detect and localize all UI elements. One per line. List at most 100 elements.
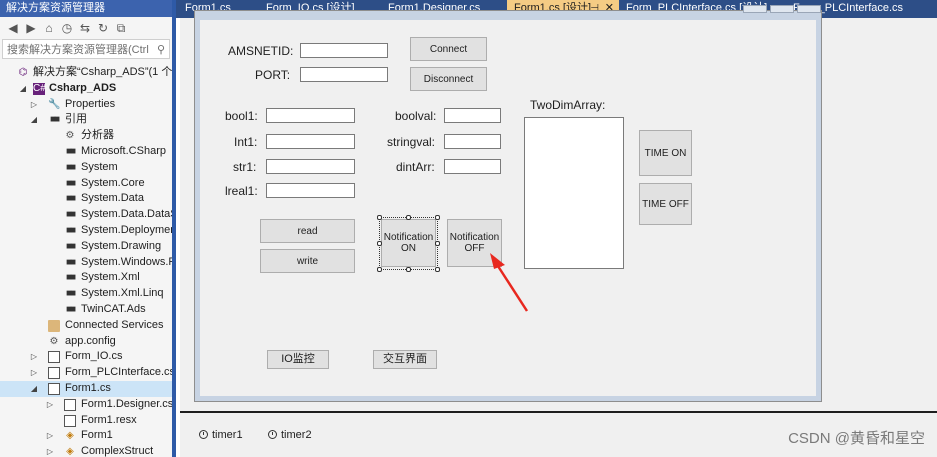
solution-icon: ⌬ — [18, 67, 28, 78]
back-icon[interactable]: ◀ — [6, 21, 20, 35]
tree-item-label: TwinCAT.Ads — [81, 302, 146, 315]
tree-item-label: System.Drawing — [81, 239, 162, 252]
tree-item-label: Form_PLCInterface.cs — [65, 366, 176, 379]
tree-item-label: Form1.resx — [81, 413, 137, 426]
tree-item-form1-class[interactable]: ▷ ◈ Form1 — [0, 428, 172, 444]
refresh-icon[interactable]: ↻ — [96, 21, 110, 35]
expanded-arrow-icon[interactable]: ◢ — [18, 81, 28, 97]
form-icon — [48, 382, 60, 395]
disconnect-button[interactable]: Disconnect — [410, 67, 487, 91]
tree-item-references[interactable]: ◢ ■■ 引用 — [0, 112, 172, 128]
selection-frame — [379, 217, 438, 270]
timer1-component[interactable]: timer1 — [199, 429, 243, 441]
tree-item-reference[interactable]: ■■ System.Data.DataSet — [0, 207, 172, 223]
reference-icon: ■■ — [65, 303, 76, 315]
tree-item-label: System.Windows.For — [81, 255, 176, 268]
collapse-all-icon[interactable]: ⧉ — [114, 21, 128, 36]
solution-search-input[interactable]: 搜索解决方案资源管理器(Ctrl ⚲ — [2, 39, 170, 59]
time-off-button[interactable]: TIME OFF — [639, 183, 692, 225]
solution-explorer-panel: 解决方案资源管理器 ◀ ▶ ⌂ ◷ ⇆ ↻ ⧉ 搜索解决方案资源管理器(Ctrl… — [0, 0, 176, 457]
port-input[interactable] — [300, 67, 388, 82]
resize-handle[interactable] — [435, 241, 440, 246]
collapsed-arrow-icon[interactable]: ▷ — [45, 444, 55, 457]
tree-item-reference[interactable]: ■■ System.Xml.Linq — [0, 286, 172, 302]
reference-icon: ■■ — [65, 193, 76, 205]
boolval-input[interactable] — [444, 108, 501, 123]
tree-item-form-plcinterface[interactable]: ▷ Form_PLCInterface.cs — [0, 365, 172, 381]
resize-handle[interactable] — [377, 215, 382, 220]
bool1-input[interactable] — [266, 108, 355, 123]
resize-handle[interactable] — [435, 215, 440, 220]
tree-item-form1-resx[interactable]: Form1.resx — [0, 413, 172, 429]
tree-item-reference[interactable]: ■■ System.Core — [0, 176, 172, 192]
collapsed-arrow-icon[interactable]: ▷ — [29, 365, 39, 381]
time-on-button[interactable]: TIME ON — [639, 130, 692, 176]
tree-item-label: System.Data.DataSet — [81, 208, 172, 221]
collapsed-arrow-icon[interactable]: ▷ — [45, 397, 55, 413]
reference-icon: ■■ — [65, 272, 76, 284]
int1-input[interactable] — [266, 134, 355, 149]
resize-handle[interactable] — [406, 267, 411, 272]
tree-item-app-config[interactable]: ⚙ app.config — [0, 334, 172, 350]
tree-item-form1-designer[interactable]: ▷ Form1.Designer.cs — [0, 397, 172, 413]
tree-item-reference[interactable]: ■■ System.Windows.For — [0, 255, 172, 271]
tree-item-form-io[interactable]: ▷ Form_IO.cs — [0, 349, 172, 365]
tree-item-label: Microsoft.CSharp — [81, 144, 166, 157]
tree-item-label: Form1.Designer.cs — [81, 397, 174, 410]
str1-label: str1: — [233, 160, 257, 174]
tree-item-label: Form1.cs — [65, 381, 111, 394]
amsnetid-input[interactable] — [300, 43, 388, 58]
tree-item-label: Form1 — [81, 429, 113, 442]
tree-item-project[interactable]: ◢ C# Csharp_ADS — [0, 81, 172, 97]
reference-icon: ■■ — [65, 177, 76, 189]
tree-item-complexstruct[interactable]: ▷ ◈ ComplexStruct — [0, 444, 172, 457]
collapsed-arrow-icon[interactable]: ▷ — [29, 97, 39, 113]
dintarr-input[interactable] — [444, 159, 501, 174]
form-icon — [48, 367, 60, 380]
tree-item-reference[interactable]: ■■ System.Deployment — [0, 223, 172, 239]
resize-handle[interactable] — [377, 241, 382, 246]
reference-icon: ■■ — [65, 161, 76, 173]
tree-item-analyzers[interactable]: ⚙ 分析器 — [0, 128, 172, 144]
tree-item-form1[interactable]: ◢ Form1.cs — [0, 380, 172, 397]
reference-icon: ■■ — [65, 209, 76, 221]
interaction-button[interactable]: 交互界面 — [373, 350, 437, 369]
solution-explorer-toolbar: ◀ ▶ ⌂ ◷ ⇆ ↻ ⧉ — [0, 17, 172, 39]
resize-handle[interactable] — [377, 267, 382, 272]
forward-icon[interactable]: ▶ — [24, 21, 38, 35]
cs-file-icon — [64, 398, 76, 411]
read-button[interactable]: read — [260, 219, 355, 243]
tree-item-reference[interactable]: ■■ System.Drawing — [0, 239, 172, 255]
expanded-arrow-icon[interactable]: ◢ — [29, 112, 39, 128]
tree-item-connected-services[interactable]: Connected Services — [0, 318, 172, 334]
timer2-component[interactable]: timer2 — [268, 429, 312, 441]
reference-icon: ■■ — [65, 240, 76, 252]
io-monitor-button[interactable]: IO监控 — [267, 350, 329, 369]
sync-icon[interactable]: ⇆ — [78, 21, 92, 35]
collapsed-arrow-icon[interactable]: ▷ — [29, 349, 39, 365]
tree-item-label: System.Xml — [81, 271, 140, 284]
stringval-input[interactable] — [444, 134, 501, 149]
collapsed-arrow-icon[interactable]: ▷ — [45, 428, 55, 444]
write-button[interactable]: write — [260, 249, 355, 273]
tree-item-reference[interactable]: ■■ System.Data — [0, 191, 172, 207]
timer-icon — [268, 430, 277, 439]
home-icon[interactable]: ⌂ — [42, 21, 56, 35]
history-icon[interactable]: ◷ — [60, 21, 74, 35]
tree-item-reference[interactable]: ■■ System — [0, 160, 172, 176]
maximize-icon — [770, 5, 794, 13]
tree-item-label: System.Xml.Linq — [81, 287, 164, 300]
solution-tree: ⌬ 解决方案“Csharp_ADS”(1 个项目 ◢ C# Csharp_ADS… — [0, 65, 172, 457]
folder-icon — [48, 319, 60, 332]
tree-item-reference[interactable]: ■■ Microsoft.CSharp — [0, 144, 172, 160]
connect-button[interactable]: Connect — [410, 37, 487, 61]
expanded-arrow-icon[interactable]: ◢ — [29, 381, 39, 397]
resize-handle[interactable] — [406, 215, 411, 220]
tree-item-properties[interactable]: ▷ 🔧 Properties — [0, 97, 172, 113]
resize-handle[interactable] — [435, 267, 440, 272]
tree-item-reference[interactable]: ■■ System.Xml — [0, 270, 172, 286]
tree-item-solution[interactable]: ⌬ 解决方案“Csharp_ADS”(1 个项目 — [0, 65, 172, 81]
lreal1-input[interactable] — [266, 183, 355, 198]
tree-item-reference[interactable]: ■■ TwinCAT.Ads — [0, 302, 172, 318]
str1-input[interactable] — [266, 159, 355, 174]
